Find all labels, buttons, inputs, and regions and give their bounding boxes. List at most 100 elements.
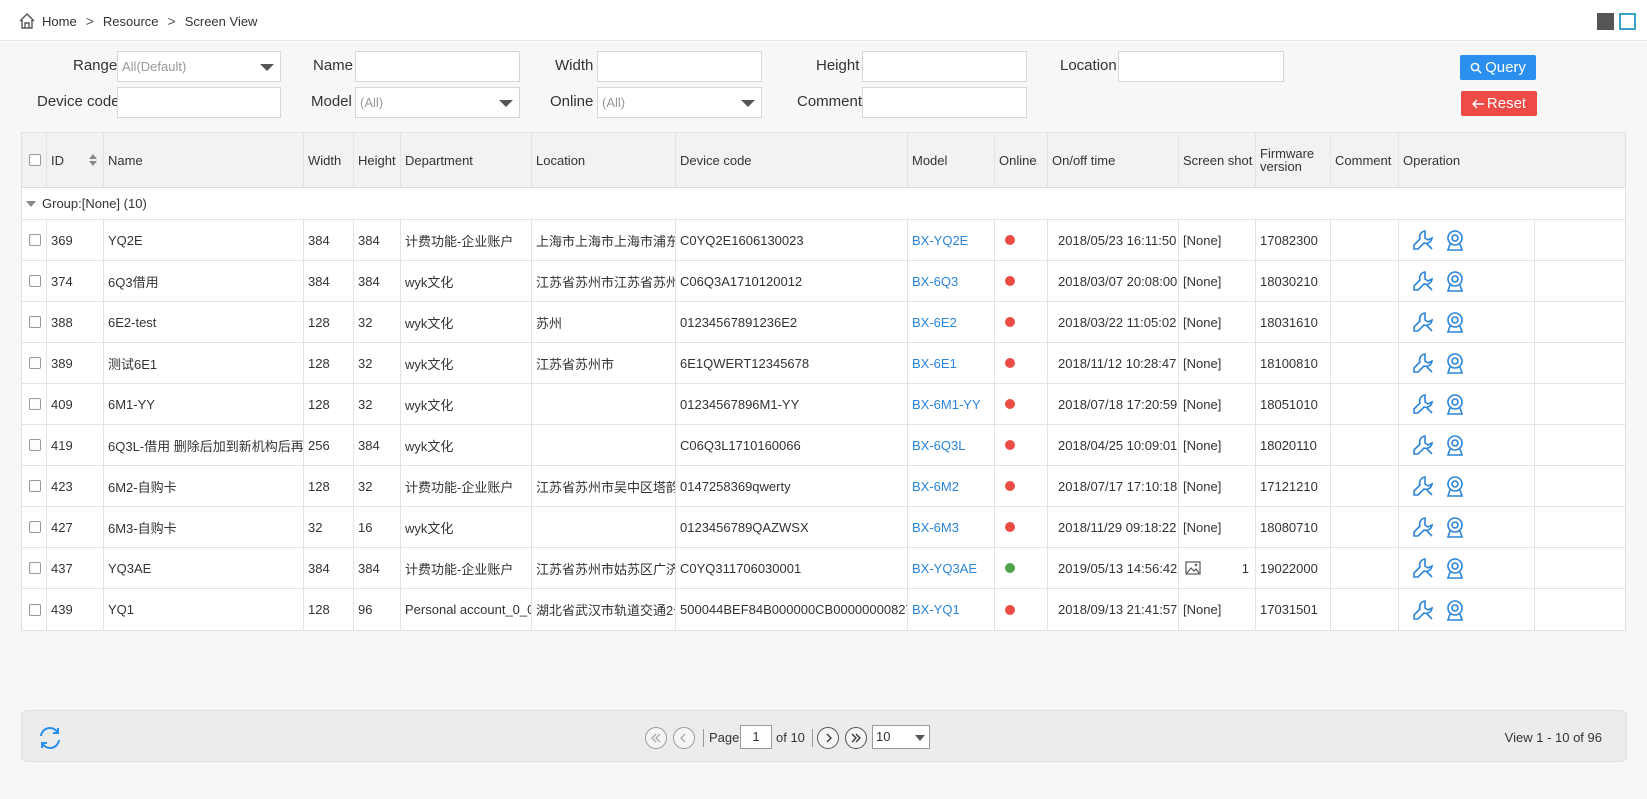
cell-model[interactable]: BX-6Q3L bbox=[908, 425, 995, 465]
table-row[interactable]: 4236M2-自购卡12832计费功能-企业账户江苏省苏州市吴中区塔韵路0147… bbox=[22, 466, 1625, 507]
cell-name: 测试6E1 bbox=[104, 343, 304, 383]
reset-button[interactable]: Reset bbox=[1461, 91, 1537, 116]
device-code-input[interactable] bbox=[117, 87, 281, 118]
breadcrumb-home[interactable]: Home bbox=[42, 14, 77, 29]
wrench-icon[interactable] bbox=[1411, 556, 1435, 580]
cell-model[interactable]: BX-6M3 bbox=[908, 507, 995, 547]
row-checkbox[interactable] bbox=[29, 562, 41, 574]
row-checkbox[interactable] bbox=[29, 398, 41, 410]
cell-model[interactable]: BX-6E2 bbox=[908, 302, 995, 342]
wrench-icon[interactable] bbox=[1411, 392, 1435, 416]
row-checkbox[interactable] bbox=[29, 316, 41, 328]
page-size-select[interactable]: 10 bbox=[872, 725, 930, 749]
page-total: of 10 bbox=[776, 730, 805, 745]
col-department[interactable]: Department bbox=[401, 133, 532, 187]
collapse-icon[interactable] bbox=[26, 200, 36, 207]
image-icon[interactable] bbox=[1185, 561, 1201, 575]
webcam-icon[interactable] bbox=[1443, 351, 1467, 375]
model-select[interactable]: (All) bbox=[355, 87, 520, 118]
cell-model[interactable]: BX-YQ3AE bbox=[908, 548, 995, 588]
home-icon[interactable] bbox=[18, 12, 36, 30]
row-checkbox[interactable] bbox=[29, 603, 41, 616]
table-row[interactable]: 4196Q3L-借用 删除后加到新机构后再删除256384wyk文化 C06Q3L… bbox=[22, 425, 1625, 466]
comment-input[interactable] bbox=[862, 87, 1027, 118]
last-page-button[interactable] bbox=[845, 727, 867, 749]
table-row[interactable]: 427 6M3-自购卡 32 16 wyk文化 0123456789QAZWSX BX-6M… bbox=[22, 507, 1625, 548]
cell-model[interactable]: BX-YQ1 bbox=[908, 589, 995, 630]
col-screenshot[interactable]: Screen shot bbox=[1179, 133, 1256, 187]
sort-icon[interactable] bbox=[89, 154, 97, 166]
row-checkbox[interactable] bbox=[29, 480, 41, 492]
cell-model[interactable]: BX-6Q3 bbox=[908, 261, 995, 301]
prev-page-button[interactable] bbox=[673, 727, 695, 749]
table-row[interactable]: 3746Q3借用384384wyk文化江苏省苏州市江苏省苏州市C06Q3A171… bbox=[22, 261, 1625, 302]
table-row[interactable]: 409 6M1-YY 128 32 wyk文化 01234567896M1-YY BX-6M… bbox=[22, 384, 1625, 425]
webcam-icon[interactable] bbox=[1443, 556, 1467, 580]
breadcrumb-resource[interactable]: Resource bbox=[103, 14, 159, 29]
range-select[interactable]: All(Default) bbox=[117, 51, 281, 82]
light-view-toggle[interactable] bbox=[1619, 13, 1636, 30]
wrench-icon[interactable] bbox=[1411, 515, 1435, 539]
width-input[interactable] bbox=[597, 51, 762, 82]
table-row[interactable]: 439YQ112896Personal account_0_0001湖北省武汉市… bbox=[22, 589, 1625, 630]
dark-view-toggle[interactable] bbox=[1597, 13, 1614, 30]
wrench-icon[interactable] bbox=[1411, 474, 1435, 498]
webcam-icon[interactable] bbox=[1443, 474, 1467, 498]
cell-operation bbox=[1399, 425, 1535, 465]
next-page-button[interactable] bbox=[817, 727, 839, 749]
cell-device-code: 0147258369qwerty bbox=[676, 466, 908, 506]
table-header: ID Name Width Height Department Location… bbox=[22, 133, 1625, 188]
first-page-button[interactable] bbox=[645, 727, 667, 749]
col-device-code[interactable]: Device code bbox=[676, 133, 908, 187]
table-row[interactable]: 437YQ3AE384384计费功能-企业账户江苏省苏州市姑苏区广济路C0YQ3… bbox=[22, 548, 1625, 589]
wrench-icon[interactable] bbox=[1411, 228, 1435, 252]
cell-model[interactable]: BX-6E1 bbox=[908, 343, 995, 383]
wrench-icon[interactable] bbox=[1411, 310, 1435, 334]
row-checkbox-cell bbox=[22, 425, 47, 465]
col-model[interactable]: Model bbox=[908, 133, 995, 187]
row-checkbox[interactable] bbox=[29, 521, 41, 533]
table-row[interactable]: 388 6E2-test 128 32 wyk文化 苏州 01234567891236E2 B… bbox=[22, 302, 1625, 343]
cell-model[interactable]: BX-6M2 bbox=[908, 466, 995, 506]
row-checkbox[interactable] bbox=[29, 439, 41, 451]
col-id[interactable]: ID bbox=[47, 133, 104, 187]
name-input[interactable] bbox=[355, 51, 520, 82]
webcam-icon[interactable] bbox=[1443, 310, 1467, 334]
table-row[interactable]: 389 测试6E1 128 32 wyk文化 江苏省苏州市 6E1QWERT12345678… bbox=[22, 343, 1625, 384]
cell-model[interactable]: BX-YQ2E bbox=[908, 220, 995, 260]
row-checkbox[interactable] bbox=[29, 357, 41, 369]
col-online[interactable]: Online bbox=[995, 133, 1048, 187]
col-name[interactable]: Name bbox=[104, 133, 304, 187]
cell-model[interactable]: BX-6M1-YY bbox=[908, 384, 995, 424]
wrench-icon[interactable] bbox=[1411, 433, 1435, 457]
webcam-icon[interactable] bbox=[1443, 269, 1467, 293]
col-location[interactable]: Location bbox=[532, 133, 676, 187]
cell-firmware: 18020110 bbox=[1256, 425, 1331, 465]
webcam-icon[interactable] bbox=[1443, 433, 1467, 457]
webcam-icon[interactable] bbox=[1443, 515, 1467, 539]
wrench-icon[interactable] bbox=[1411, 598, 1435, 622]
table-row[interactable]: 369YQ2E384384计费功能-企业账户上海市上海市上海市浦东新C0YQ2E… bbox=[22, 220, 1625, 261]
col-height[interactable]: Height bbox=[354, 133, 401, 187]
row-checkbox[interactable] bbox=[29, 234, 41, 246]
col-firmware[interactable]: Firmware version bbox=[1256, 133, 1331, 187]
height-input[interactable] bbox=[862, 51, 1027, 82]
webcam-icon[interactable] bbox=[1443, 228, 1467, 252]
location-input[interactable] bbox=[1118, 51, 1284, 82]
cell-operation bbox=[1399, 589, 1535, 630]
group-row[interactable]: Group:[None] (10) bbox=[22, 188, 1625, 220]
online-select[interactable]: (All) bbox=[597, 87, 762, 118]
col-comment[interactable]: Comment bbox=[1331, 133, 1399, 187]
col-onoff-time[interactable]: On/off time bbox=[1048, 133, 1179, 187]
refresh-icon[interactable] bbox=[36, 724, 64, 752]
col-width[interactable]: Width bbox=[304, 133, 354, 187]
wrench-icon[interactable] bbox=[1411, 351, 1435, 375]
query-button[interactable]: Query bbox=[1460, 55, 1536, 80]
page-number-input[interactable]: 1 bbox=[740, 725, 772, 749]
webcam-icon[interactable] bbox=[1443, 392, 1467, 416]
cell-onoff-time: 2018/04/25 10:09:01 bbox=[1048, 425, 1179, 465]
wrench-icon[interactable] bbox=[1411, 269, 1435, 293]
row-checkbox[interactable] bbox=[29, 275, 41, 287]
webcam-icon[interactable] bbox=[1443, 598, 1467, 622]
select-all-checkbox[interactable] bbox=[29, 154, 41, 166]
